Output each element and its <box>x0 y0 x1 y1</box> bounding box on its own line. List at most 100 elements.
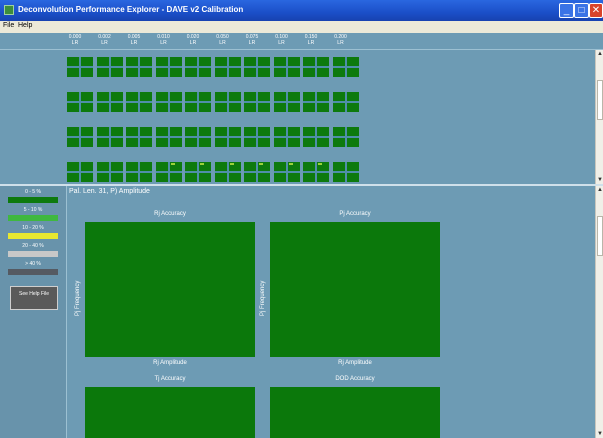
column-unit: LR <box>337 40 344 46</box>
menu-bar: File Help <box>0 21 603 33</box>
scrollbar-thumb[interactable] <box>597 216 603 256</box>
legend-swatch <box>8 215 58 221</box>
legend-label: 20 - 40 % <box>22 243 44 249</box>
column-label: 0.010 LR <box>153 34 175 46</box>
plot-title: DOD Accuracy <box>335 376 375 382</box>
plot-title: Tj Accuracy <box>154 376 186 382</box>
result-cell[interactable] <box>155 92 182 112</box>
result-cell[interactable] <box>214 127 241 147</box>
result-cell[interactable] <box>155 162 182 182</box>
column-label: 0.005 LR <box>123 34 145 46</box>
result-cell[interactable] <box>96 57 123 77</box>
result-grid <box>0 50 595 184</box>
see-help-file-button[interactable]: See Help File <box>10 286 58 310</box>
legend-swatch <box>8 269 58 275</box>
legend-swatch <box>8 251 58 257</box>
result-cell[interactable] <box>303 57 329 77</box>
rj-accuracy-plot[interactable] <box>85 222 255 357</box>
result-cell[interactable] <box>273 92 300 112</box>
result-cell[interactable] <box>67 127 93 147</box>
result-cell[interactable] <box>185 127 211 147</box>
legend-label: 5 - 10 % <box>23 207 43 213</box>
cell-marker <box>229 163 234 165</box>
legend-panel: 0 - 5 % 5 - 10 % 10 - 20 % 20 - 40 % > 4… <box>0 186 67 438</box>
result-cell[interactable] <box>244 57 270 77</box>
result-cell[interactable] <box>332 162 359 182</box>
column-label: 0.150 LR <box>300 34 322 46</box>
tj-accuracy-plot[interactable] <box>85 387 255 438</box>
column-unit: LR <box>248 40 256 46</box>
result-cell[interactable] <box>155 57 182 77</box>
result-cell[interactable] <box>155 127 182 147</box>
column-header: 0.000 LR 0.002 LR 0.005 LR 0.010 LR 0.020 LR 0.050… <box>0 33 603 50</box>
result-cell[interactable] <box>244 127 270 147</box>
result-cell[interactable] <box>126 57 152 77</box>
result-cell[interactable] <box>332 92 359 112</box>
result-cell[interactable] <box>273 57 300 77</box>
legend-label: 10 - 20 % <box>22 225 44 231</box>
result-cell[interactable] <box>332 127 359 147</box>
column-label: 0.200 LR <box>330 34 352 46</box>
result-cell[interactable] <box>214 57 241 77</box>
result-cell[interactable] <box>303 127 329 147</box>
scrollbar-thumb[interactable] <box>597 80 603 120</box>
plot-title: Rj Accuracy <box>154 211 186 217</box>
result-cell[interactable] <box>332 57 359 77</box>
maximize-button[interactable]: □ <box>574 3 589 18</box>
close-button[interactable]: ✕ <box>589 3 603 18</box>
column-unit: LR <box>160 40 167 46</box>
top-scrollbar[interactable]: ▲ ▼ <box>595 50 603 184</box>
dod-accuracy-plot[interactable] <box>270 387 440 438</box>
app-icon <box>4 5 14 15</box>
bottom-scrollbar[interactable]: ▲ ▼ <box>595 186 603 438</box>
scroll-up-icon[interactable]: ▲ <box>596 186 603 194</box>
x-axis-label: Rj Amplitude <box>153 360 187 366</box>
result-cell[interactable] <box>185 57 211 77</box>
result-cell[interactable] <box>96 92 123 112</box>
result-cell[interactable] <box>67 92 93 112</box>
result-cell[interactable] <box>214 92 241 112</box>
column-unit: LR <box>278 40 285 46</box>
column-unit: LR <box>307 40 315 46</box>
menu-file[interactable]: File <box>3 22 14 29</box>
x-axis-label: Rj Amplitude <box>338 360 372 366</box>
column-label: 0.020 LR <box>182 34 204 46</box>
result-cell[interactable] <box>96 162 123 182</box>
result-cell[interactable] <box>67 57 93 77</box>
result-cell[interactable] <box>96 127 123 147</box>
result-cell[interactable] <box>244 162 270 182</box>
pj-accuracy-plot[interactable] <box>270 222 440 357</box>
cell-marker <box>200 163 204 165</box>
y-axis-label: Pj Frequency <box>75 280 81 316</box>
scroll-down-icon[interactable]: ▼ <box>596 430 603 438</box>
cell-marker <box>288 163 293 165</box>
column-unit: LR <box>130 40 138 46</box>
result-cell[interactable] <box>126 92 152 112</box>
column-label: 0.000 LR <box>64 34 86 46</box>
scroll-down-icon[interactable]: ▼ <box>596 176 603 184</box>
legend-swatch <box>8 233 58 239</box>
menu-help[interactable]: Help <box>18 22 32 29</box>
result-cell[interactable] <box>126 162 152 182</box>
result-cell[interactable] <box>303 92 329 112</box>
column-label: 0.002 LR <box>94 34 116 46</box>
cell-marker <box>318 163 322 165</box>
cell-marker <box>170 163 175 165</box>
result-cell[interactable] <box>303 162 329 182</box>
detail-title: Pal. Len. 31, P) Amplitude <box>69 188 150 195</box>
column-unit: LR <box>71 40 79 46</box>
column-unit: LR <box>101 40 108 46</box>
result-cell[interactable] <box>273 162 300 182</box>
result-cell[interactable] <box>185 92 211 112</box>
minimize-button[interactable]: _ <box>559 3 574 18</box>
result-cell[interactable] <box>273 127 300 147</box>
result-cell[interactable] <box>185 162 211 182</box>
scroll-up-icon[interactable]: ▲ <box>596 50 603 58</box>
title-bar: Deconvolution Performance Explorer - DAV… <box>0 0 603 21</box>
result-cell[interactable] <box>67 162 93 182</box>
result-cell[interactable] <box>214 162 241 182</box>
result-cell[interactable] <box>126 127 152 147</box>
column-unit: LR <box>189 40 197 46</box>
legend-label: > 40 % <box>25 261 41 267</box>
result-cell[interactable] <box>244 92 270 112</box>
